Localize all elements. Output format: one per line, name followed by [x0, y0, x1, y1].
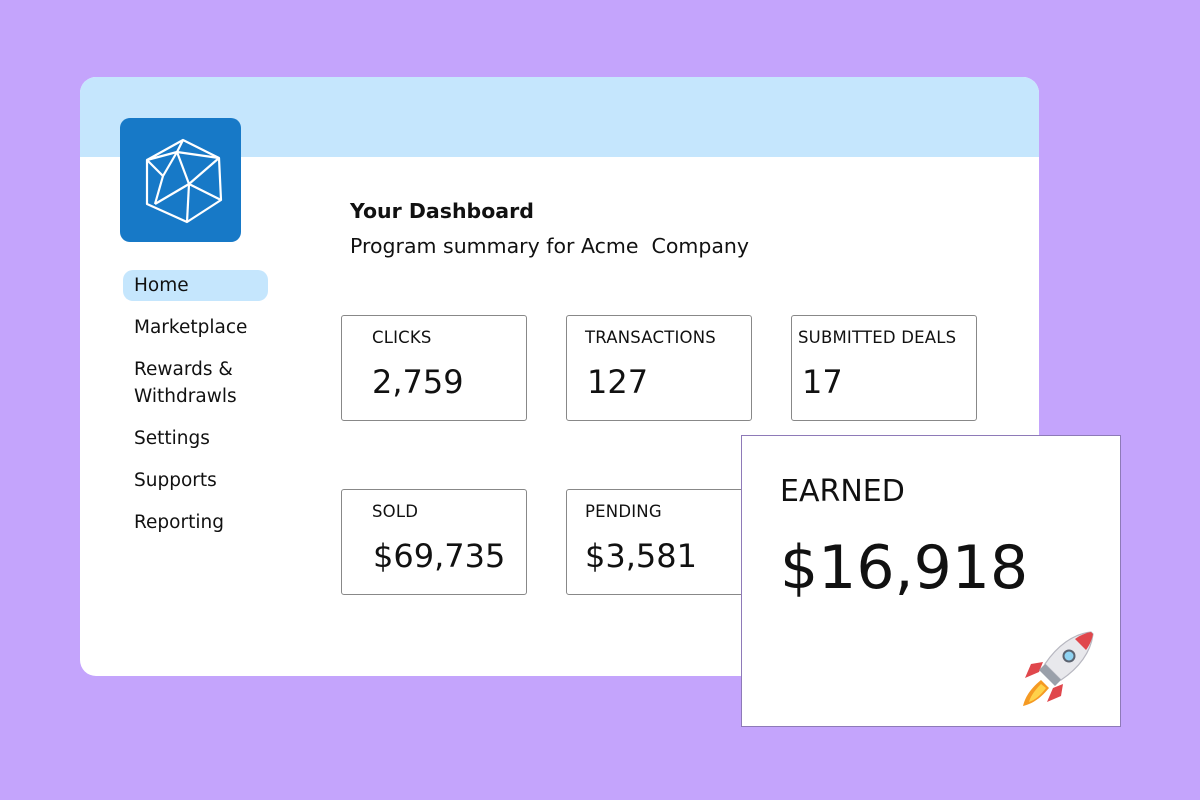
- sold-label: SOLD: [372, 502, 419, 521]
- submitted-deals-card: SUBMITTED DEALS 17: [791, 315, 977, 421]
- sidebar-item-reporting[interactable]: Reporting: [123, 507, 268, 538]
- clicks-value: 2,759: [372, 363, 464, 401]
- pending-label: PENDING: [585, 502, 662, 521]
- logo-icon[interactable]: [120, 118, 241, 242]
- submitted-deals-label: SUBMITTED DEALS: [798, 328, 957, 347]
- page-title: Your Dashboard: [350, 199, 534, 223]
- transactions-card: TRANSACTIONS 127: [566, 315, 752, 421]
- transactions-label: TRANSACTIONS: [585, 328, 716, 347]
- earned-card: EARNED $16,918: [741, 435, 1121, 727]
- earned-value: $16,918: [780, 533, 1029, 603]
- earned-label: EARNED: [780, 474, 905, 509]
- pending-card: PENDING $3,581: [566, 489, 752, 595]
- sold-value: $69,735: [373, 537, 506, 575]
- clicks-label: CLICKS: [372, 328, 432, 347]
- pending-value: $3,581: [585, 537, 697, 575]
- clicks-card: CLICKS 2,759: [341, 315, 527, 421]
- sidebar-item-home[interactable]: Home: [123, 270, 268, 301]
- page-subtitle: Program summary for Acme Company: [350, 234, 750, 258]
- transactions-value: 127: [587, 363, 649, 401]
- sidebar-item-rewards-withdrawls[interactable]: Rewards & Withdrawls: [123, 354, 268, 412]
- rocket-icon: [1023, 631, 1094, 706]
- submitted-deals-value: 17: [802, 363, 843, 401]
- sidebar-item-settings[interactable]: Settings: [123, 423, 268, 454]
- sidebar-nav: Home Marketplace Rewards & Withdrawls Se…: [123, 270, 268, 549]
- sold-card: SOLD $69,735: [341, 489, 527, 595]
- sidebar-item-supports[interactable]: Supports: [123, 465, 268, 496]
- sidebar-item-marketplace[interactable]: Marketplace: [123, 312, 268, 343]
